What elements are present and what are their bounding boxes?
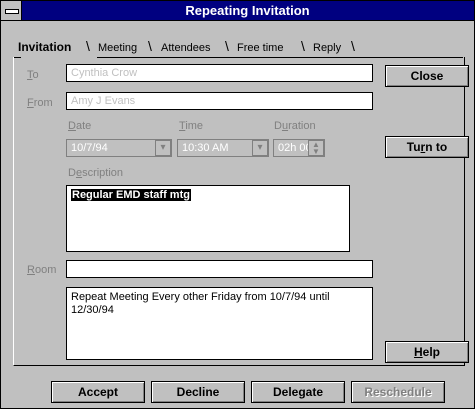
tab-meeting[interactable]: Meeting	[98, 39, 137, 57]
decline-button[interactable]: Decline	[151, 381, 245, 403]
tab-separator: \	[86, 38, 90, 54]
window-title: Repeating Invitation	[185, 3, 310, 18]
tab-separator: \	[351, 38, 355, 54]
tab-attendees[interactable]: Attendees	[161, 39, 211, 57]
repeating-invitation-window: Repeating Invitation Invitation \ Meetin…	[0, 0, 475, 409]
close-button[interactable]: Close	[385, 65, 469, 87]
description-label: Description	[68, 167, 124, 179]
help-button[interactable]: Help	[385, 341, 469, 363]
tab-separator: \	[225, 38, 229, 54]
duration-spinner-icon[interactable]: ▲ ▼	[308, 140, 324, 156]
description-text: Regular EMD staff mtg	[71, 189, 191, 201]
delegate-button[interactable]: Delegate	[251, 381, 345, 403]
to-field[interactable]: Cynthia Crow	[66, 64, 373, 82]
repeat-description: Repeat Meeting Every other Friday from 1…	[66, 287, 373, 360]
description-textarea[interactable]: Regular EMD staff mtg	[66, 185, 350, 252]
date-label: Date	[68, 120, 92, 132]
reschedule-button[interactable]: Reschedule	[351, 381, 445, 403]
from-field[interactable]: Amy J Evans	[66, 92, 373, 110]
duration-label: Duration	[274, 120, 316, 132]
tab-invitation[interactable]: Invitation	[18, 38, 71, 56]
turn-to-button[interactable]: Turn to	[385, 136, 469, 158]
tab-separator: \	[301, 38, 305, 54]
tab-separator: \	[148, 38, 152, 54]
tab-free-time[interactable]: Free time	[237, 39, 283, 57]
to-label: To	[27, 69, 39, 81]
room-label: Room	[27, 264, 57, 276]
system-menu-icon[interactable]	[1, 1, 22, 20]
room-field[interactable]	[66, 260, 373, 278]
from-label: From	[27, 97, 53, 109]
title-bar: Repeating Invitation	[1, 1, 474, 21]
date-dropdown-icon[interactable]: ▾	[155, 140, 171, 156]
time-dropdown-icon[interactable]: ▾	[252, 140, 268, 156]
tab-reply[interactable]: Reply	[313, 39, 341, 57]
accept-button[interactable]: Accept	[51, 381, 145, 403]
time-label: Time	[179, 120, 204, 132]
